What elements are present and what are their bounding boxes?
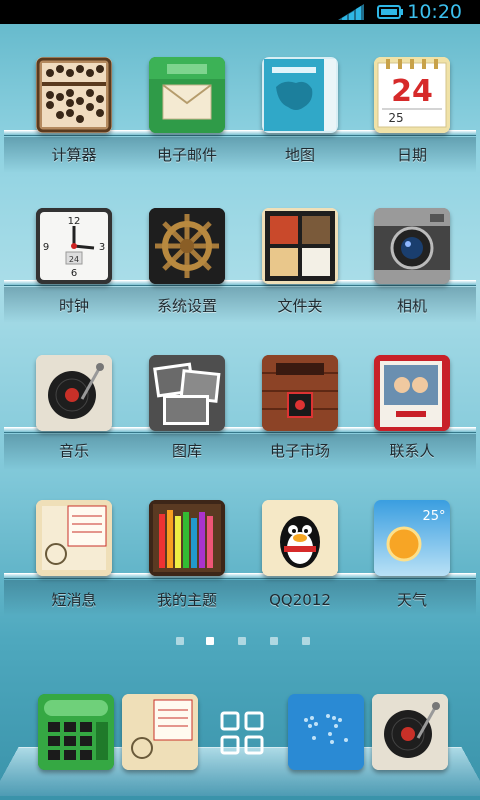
- photo-gallery-icon[interactable]: [149, 355, 225, 431]
- svg-text:3: 3: [99, 242, 105, 253]
- app-label: 音乐: [58, 442, 89, 460]
- qq-penguin-icon[interactable]: [262, 500, 338, 576]
- abacus-icon[interactable]: [36, 57, 112, 133]
- mail-icon[interactable]: [149, 57, 225, 133]
- app-label: 电子邮件: [156, 146, 217, 164]
- app-drawer-icon[interactable]: [219, 710, 265, 756]
- page-dot-active[interactable]: [206, 637, 214, 645]
- page-indicator[interactable]: [0, 632, 480, 652]
- page-dot[interactable]: [302, 637, 310, 645]
- page-dot[interactable]: [270, 637, 278, 645]
- app-label: 我的主题: [156, 591, 217, 609]
- app-label: 系统设置: [156, 297, 217, 315]
- weather-sun-icon[interactable]: 25°: [374, 500, 450, 576]
- contacts-album-icon[interactable]: [374, 355, 450, 431]
- svg-text:6: 6: [71, 268, 77, 279]
- market-icon[interactable]: [262, 355, 338, 431]
- record-player-icon[interactable]: [36, 355, 112, 431]
- message-letter-icon[interactable]: [122, 694, 198, 770]
- camera-icon[interactable]: [374, 208, 450, 284]
- app-label: 文件夹: [277, 297, 323, 315]
- calendar-big-date: 24: [391, 74, 433, 109]
- browser-world-map-icon[interactable]: [288, 694, 364, 770]
- page-dot[interactable]: [238, 637, 246, 645]
- folder-icon[interactable]: [262, 208, 338, 284]
- phone-dialer-icon[interactable]: [38, 694, 114, 770]
- svg-text:12: 12: [68, 216, 81, 227]
- app-label: 天气: [396, 591, 427, 609]
- calendar-icon[interactable]: 24 25: [374, 57, 450, 133]
- record-player-icon[interactable]: [372, 694, 448, 770]
- status-bar: 10:20: [0, 0, 480, 24]
- calendar-small-date: 25: [388, 111, 403, 125]
- app-label: 计算器: [51, 146, 97, 164]
- status-time: 10:20: [407, 1, 462, 23]
- app-label: 时钟: [58, 297, 89, 315]
- clock-icon[interactable]: 12 3 6 9 24: [36, 208, 112, 284]
- app-label: 相机: [396, 297, 427, 315]
- app-label: 联系人: [389, 442, 435, 460]
- ship-wheel-icon[interactable]: [149, 208, 225, 284]
- app-label: 电子市场: [269, 442, 330, 460]
- dock: [0, 684, 480, 800]
- weather-temperature: 25°: [422, 509, 445, 524]
- app-label: 短消息: [51, 591, 97, 609]
- app-label: 日期: [396, 146, 427, 164]
- app-label: 图库: [171, 442, 202, 460]
- signal-icon: [338, 4, 364, 20]
- page-dot[interactable]: [176, 637, 184, 645]
- pencils-icon[interactable]: [149, 500, 225, 576]
- map-icon[interactable]: [262, 57, 338, 133]
- app-label: QQ2012: [269, 591, 331, 609]
- battery-icon: [377, 5, 403, 19]
- clock-date: 24: [69, 255, 79, 264]
- message-letter-icon[interactable]: [36, 500, 112, 576]
- app-label: 地图: [284, 146, 315, 164]
- svg-text:9: 9: [43, 242, 49, 253]
